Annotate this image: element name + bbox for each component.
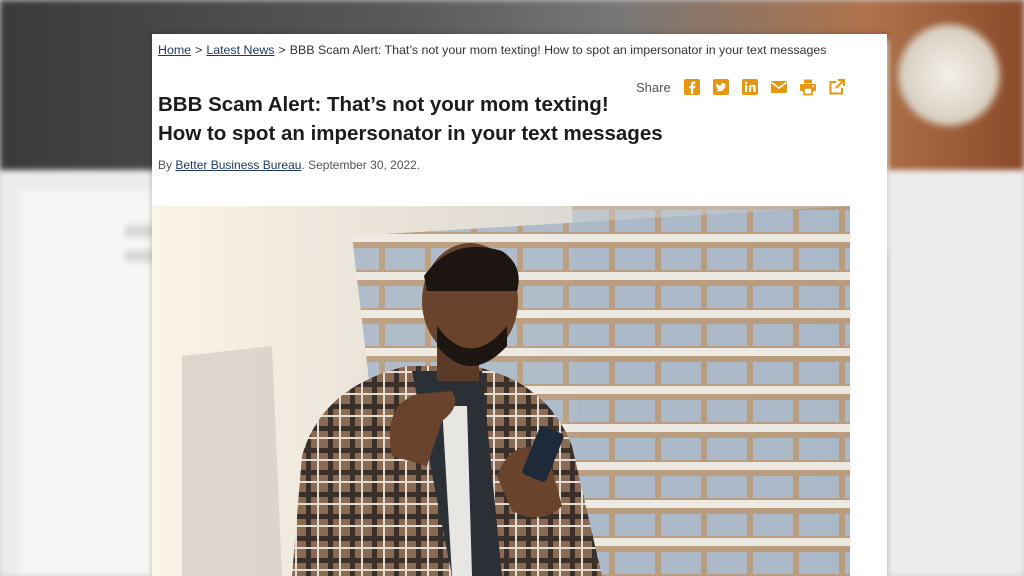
byline-prefix: By <box>158 158 173 172</box>
article-title-line-2: How to spot an impersonator in your text… <box>158 122 663 145</box>
hero-photo-man-with-phone <box>152 206 850 576</box>
print-icon[interactable] <box>799 78 817 96</box>
article-hero-image <box>152 206 850 576</box>
article-title-line-1: BBB Scam Alert: That’s not your mom text… <box>158 93 609 116</box>
background-column-left <box>20 190 170 576</box>
article-title: BBB Scam Alert: That’s not your mom text… <box>158 90 718 148</box>
breadcrumb: Home > Latest News > BBB Scam Alert: That’s … <box>158 43 826 57</box>
author-link[interactable]: Better Business Bureau <box>175 158 301 172</box>
external-link-icon[interactable] <box>828 78 846 96</box>
linkedin-icon[interactable] <box>741 78 759 96</box>
email-icon[interactable] <box>770 78 788 96</box>
breadcrumb-separator: > <box>195 43 203 57</box>
breadcrumb-home-link[interactable]: Home <box>158 43 191 57</box>
article-card: Home > Latest News > BBB Scam Alert: That’s … <box>152 34 887 576</box>
breadcrumb-current: BBB Scam Alert: That’s not your mom text… <box>289 43 827 57</box>
breadcrumb-separator: > <box>278 43 286 57</box>
breadcrumb-latest-news-link[interactable]: Latest News <box>206 43 274 57</box>
article-byline: By Better Business Bureau. September 30,… <box>158 158 420 172</box>
article-date: . September 30, 2022. <box>301 158 421 172</box>
